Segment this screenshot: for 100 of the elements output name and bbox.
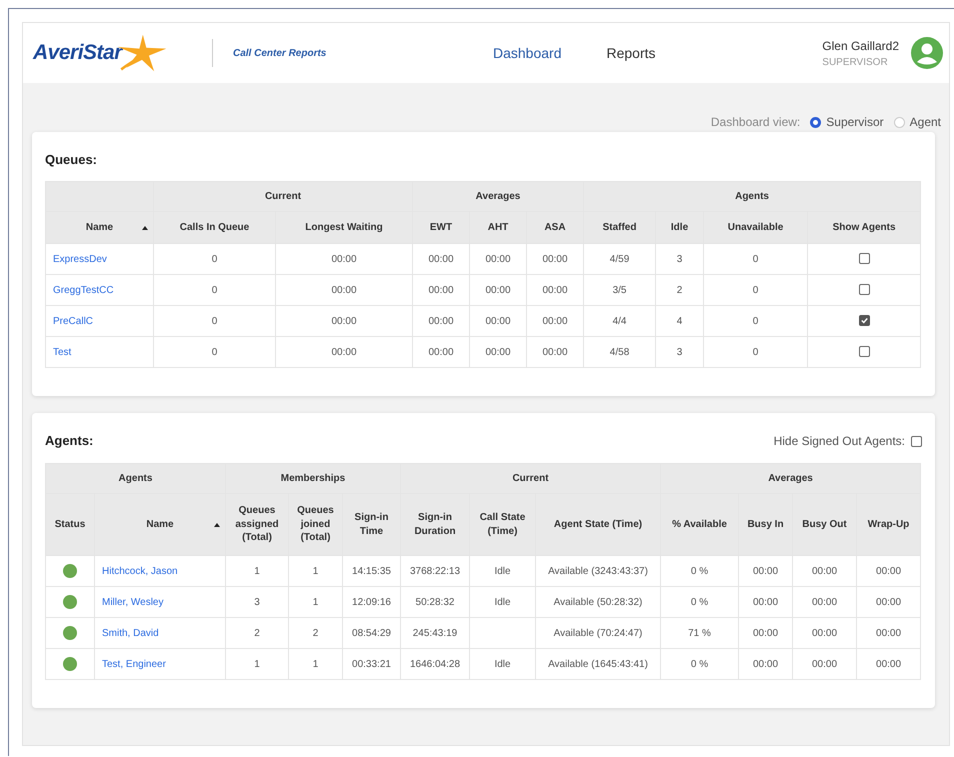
table-cell: 4/4 — [584, 306, 656, 336]
column-header: Sign-in Time — [342, 494, 400, 556]
group-header: Current — [400, 464, 661, 494]
group-header: Agents — [584, 182, 921, 212]
table-cell: 1 — [288, 648, 342, 680]
group-header: Averages — [412, 182, 584, 212]
queue-link[interactable]: Test — [53, 346, 72, 358]
table-cell: 245:43:19 — [400, 618, 470, 648]
radio-label[interactable]: Agent — [910, 115, 941, 129]
app-title: Call Center Reports — [233, 48, 328, 58]
column-header: Agent State (Time) — [536, 494, 661, 556]
radio-label[interactable]: Supervisor — [826, 115, 884, 129]
column-header: ASA — [526, 212, 584, 244]
table-cell: 0 % — [660, 648, 739, 680]
table-cell: 00:00 — [412, 274, 470, 306]
nav-link[interactable]: Dashboard — [493, 45, 562, 61]
queue-link[interactable]: PreCallC — [53, 316, 94, 326]
table-cell: 00:00 — [738, 618, 793, 648]
table-cell: 4 — [656, 306, 704, 336]
table-cell: 00:00 — [792, 648, 857, 680]
column-header: Wrap-Up — [856, 494, 921, 556]
table-cell: 00:00 — [276, 306, 412, 336]
table-cell: Available (70:24:47) — [536, 618, 661, 648]
table-cell: 00:00 — [526, 274, 584, 306]
table-cell: Available (3243:43:37) — [536, 556, 661, 586]
table-cell: 0 — [154, 306, 276, 336]
table-cell: 0 — [704, 306, 808, 336]
column-header: Call State (Time) — [470, 494, 536, 556]
table-cell: 00:00 — [412, 306, 470, 336]
table-cell: 1 — [226, 648, 288, 680]
section-title: Agents: — [45, 432, 94, 448]
column-header: Queues joined (Total) — [288, 494, 342, 556]
checkbox[interactable] — [858, 253, 870, 264]
group-header: Current — [154, 182, 412, 212]
column-header: Sign-in Duration — [400, 494, 470, 556]
table-cell: 12:09:16 — [342, 586, 400, 618]
table-cell: 2 — [656, 274, 704, 306]
table-cell: 00:00 — [526, 336, 584, 368]
agent-link[interactable]: Test, Engineer — [102, 658, 166, 670]
column-header: % Available — [660, 494, 739, 556]
section-title: Queues: — [45, 151, 98, 167]
column-header: Busy In — [738, 494, 793, 556]
view-label: Dashboard view: — [710, 115, 800, 129]
agent-link[interactable]: Smith, David — [102, 628, 159, 638]
checkbox[interactable] — [858, 315, 870, 326]
table-cell: 0 — [154, 244, 276, 274]
column-header: Longest Waiting — [276, 212, 412, 244]
table-cell: 4/59 — [584, 244, 656, 274]
column-header: AHT — [470, 212, 526, 244]
user-name: Glen Gaillard2 — [822, 38, 899, 52]
table-cell: 71 % — [660, 618, 739, 648]
column-header: Calls In Queue — [154, 212, 276, 244]
table-cell: 00:00 — [276, 244, 412, 274]
group-header: Memberships — [226, 464, 400, 494]
column-header[interactable]: Name — [46, 212, 154, 244]
table-cell: 00:00 — [738, 556, 793, 586]
column-header: Busy Out — [792, 494, 857, 556]
table-cell: 0 — [704, 244, 808, 274]
table-cell: 0 — [154, 274, 276, 306]
table-cell: 00:00 — [856, 648, 921, 680]
logo-text: AveriStar — [33, 41, 122, 65]
checkbox[interactable] — [911, 436, 922, 446]
table-cell: 00:00 — [276, 336, 412, 368]
checkbox[interactable] — [858, 346, 870, 358]
table-cell: 4/58 — [584, 336, 656, 368]
queue-link[interactable]: ExpressDev — [53, 254, 107, 264]
agent-link[interactable]: Miller, Wesley — [102, 596, 164, 608]
table-cell: 3/5 — [584, 274, 656, 306]
table-cell: 00:00 — [470, 306, 526, 336]
table-cell: 2 — [288, 618, 342, 648]
sort-icon[interactable] — [142, 226, 148, 230]
column-header: Idle — [656, 212, 704, 244]
avatar-icon[interactable] — [911, 37, 943, 69]
table-cell: 00:00 — [792, 556, 857, 586]
column-header[interactable]: Name — [94, 494, 226, 556]
nav-link[interactable]: Reports — [606, 45, 656, 61]
table-cell: Available (50:28:32) — [536, 586, 661, 618]
table-cell: 3768:22:13 — [400, 556, 470, 586]
table-cell: 00:33:21 — [342, 648, 400, 680]
table-cell: 1 — [288, 586, 342, 618]
table-cell: 00:00 — [856, 618, 921, 648]
table-cell: 14:15:35 — [342, 556, 400, 586]
column-header: Show Agents — [808, 212, 921, 244]
table-cell: 1646:04:28 — [400, 648, 470, 680]
table-cell: 00:00 — [412, 244, 470, 274]
group-header: Agents — [46, 464, 226, 494]
table-cell: 0 — [154, 336, 276, 368]
table-cell: 00:00 — [738, 648, 793, 680]
table-cell: 1 — [226, 556, 288, 586]
table-cell: 50:28:32 — [400, 586, 470, 618]
table-cell: 0 % — [660, 556, 739, 586]
checkbox[interactable] — [858, 284, 870, 296]
column-header: Unavailable — [704, 212, 808, 244]
table-cell: 0 — [704, 274, 808, 306]
table-cell: 2 — [226, 618, 288, 648]
table-cell: 00:00 — [470, 274, 526, 306]
table-cell: 0 % — [660, 586, 739, 618]
radio-button[interactable] — [810, 116, 822, 128]
sort-icon[interactable] — [214, 522, 220, 526]
table-cell: 00:00 — [792, 618, 857, 648]
